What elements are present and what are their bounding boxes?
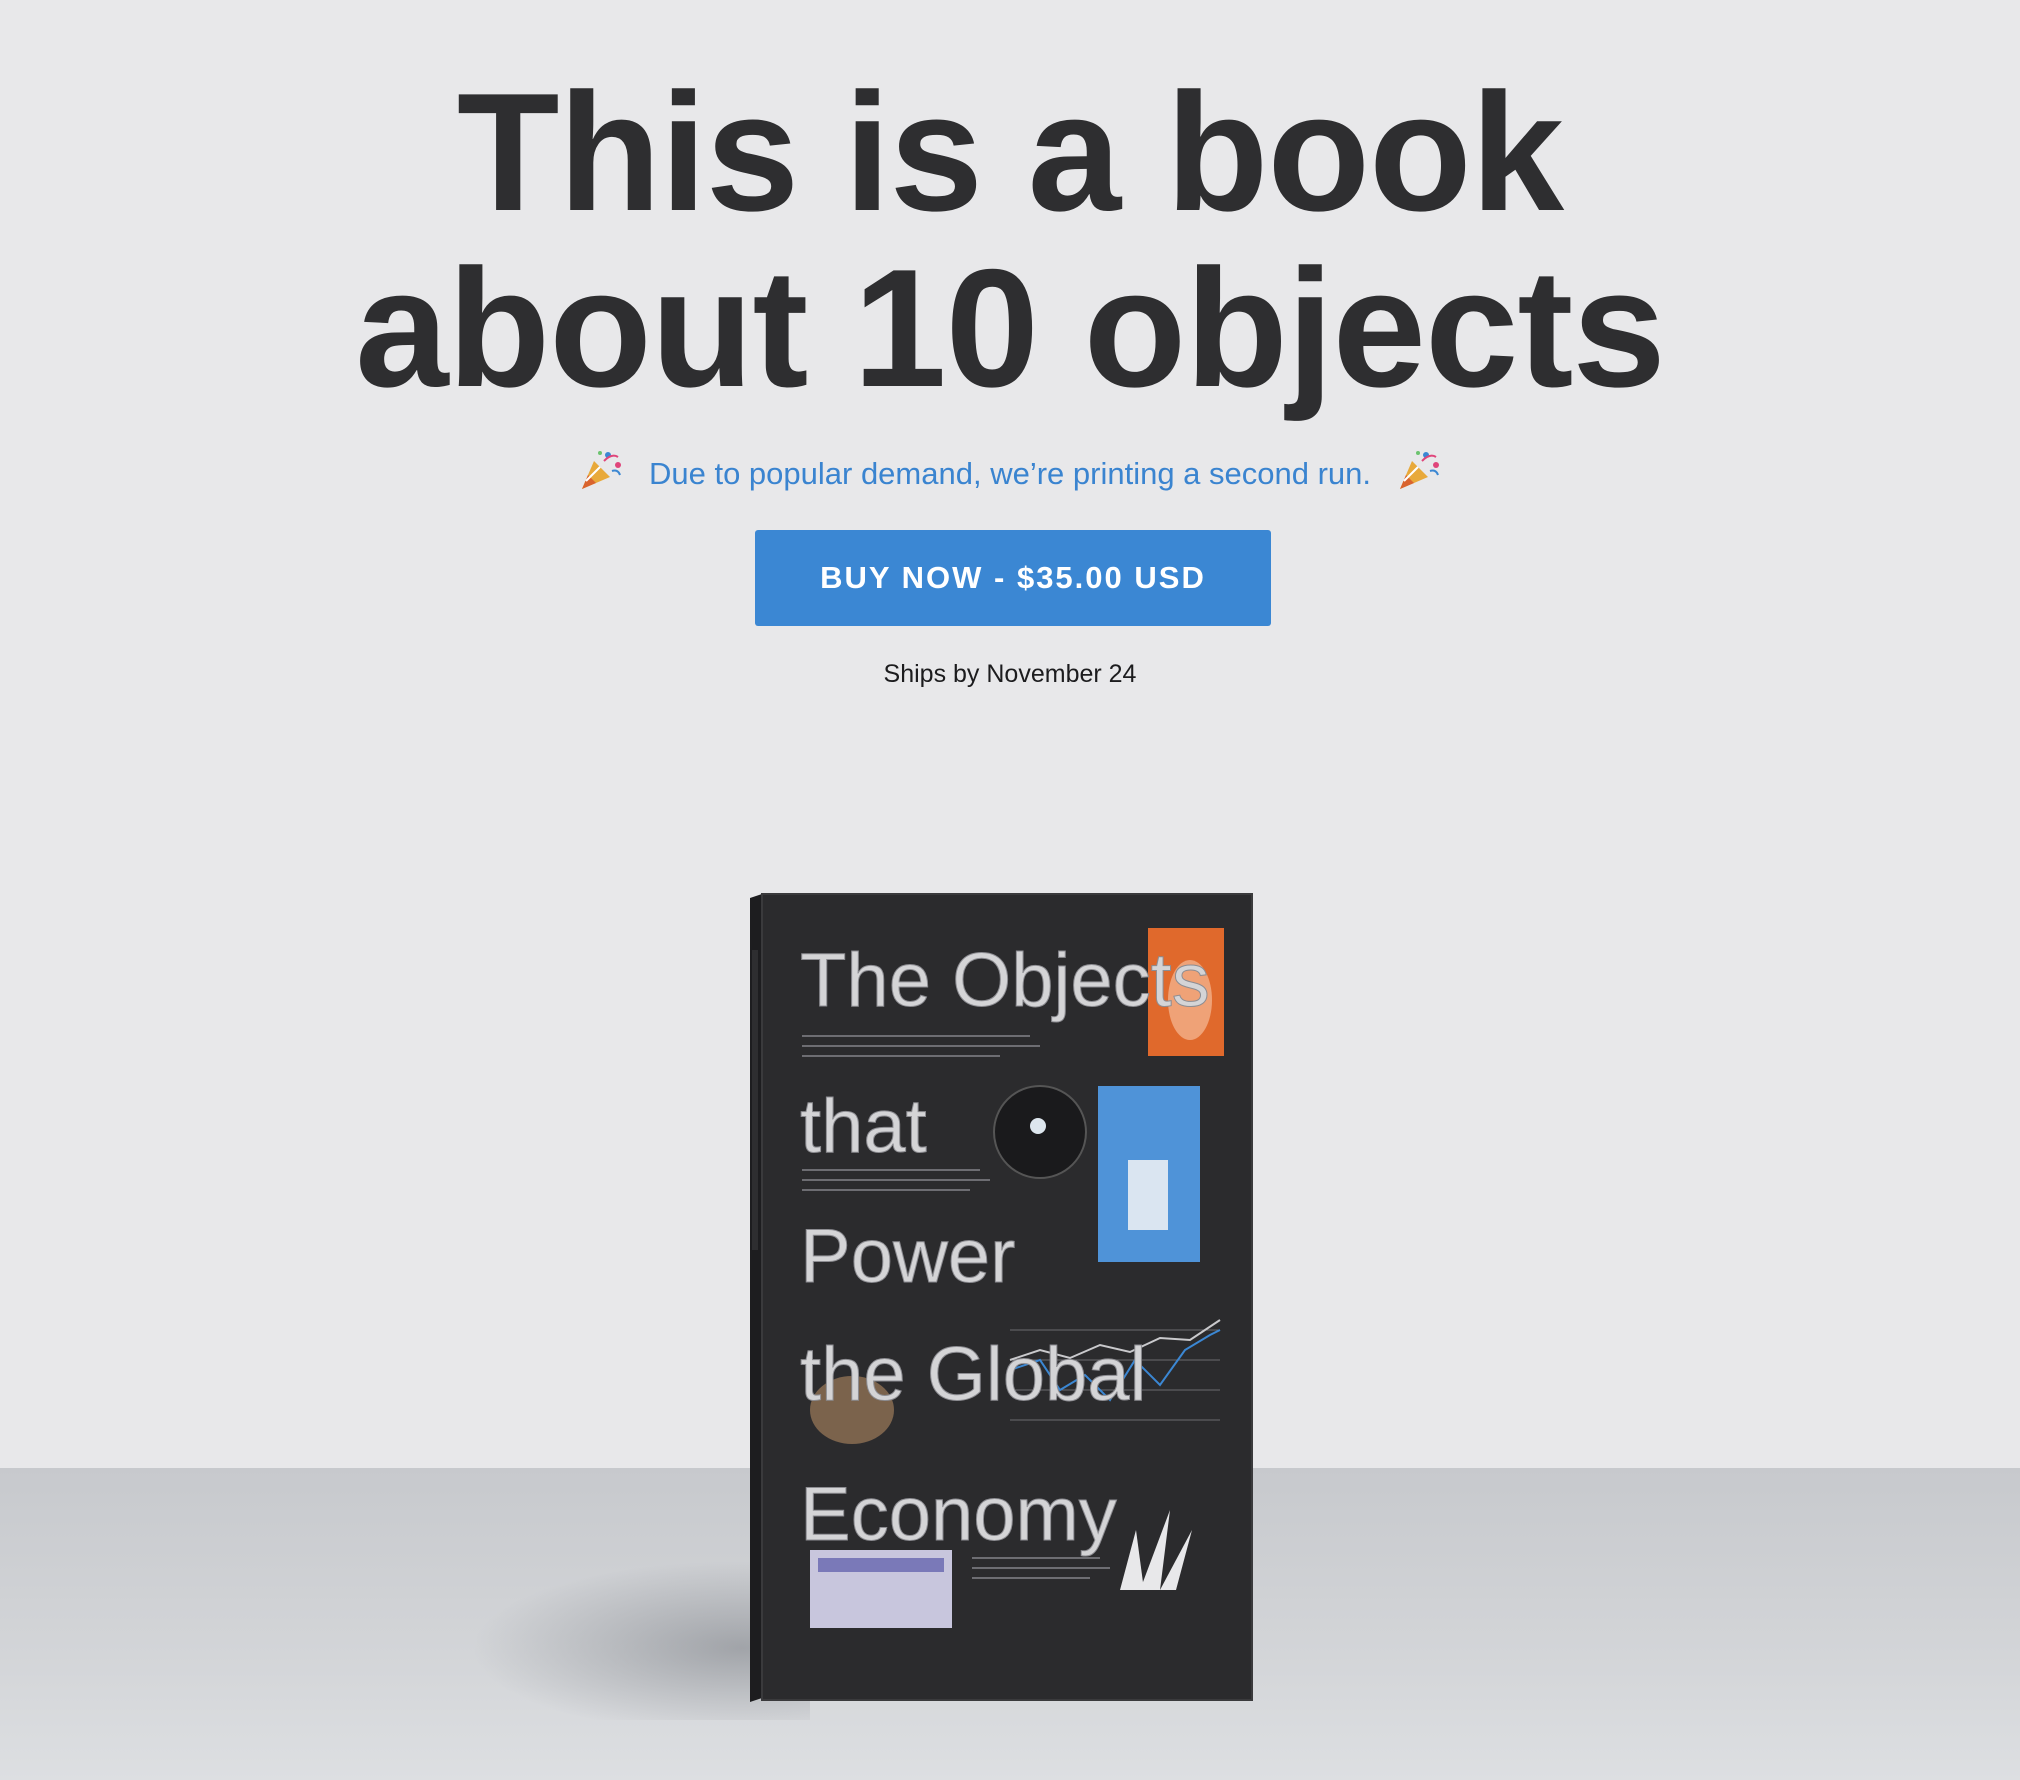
book-title-line: Power bbox=[800, 1214, 1015, 1299]
reprint-announcement: Due to popular demand, we’re printing a … bbox=[0, 440, 2020, 506]
announcement-text: Due to popular demand, we’re printing a … bbox=[648, 455, 1372, 491]
shipping-date: Ships by November 24 bbox=[883, 660, 1137, 688]
book-title-line: the Global bbox=[800, 1332, 1146, 1417]
buy-now-button[interactable]: BUY NOW - $35.00 USD bbox=[755, 530, 1271, 626]
book-product-image: The Objects that Power the Global Econom… bbox=[750, 893, 1253, 1702]
page-title-line-1: This is a book bbox=[456, 58, 1564, 246]
party-popper-icon bbox=[578, 447, 624, 493]
book-title-line: that bbox=[800, 1084, 927, 1169]
party-popper-icon bbox=[1396, 447, 1442, 493]
page-title-line-2: about 10 objects bbox=[355, 234, 1666, 422]
book-title-line: The Objects bbox=[800, 938, 1210, 1023]
book-title-line: Economy bbox=[800, 1472, 1117, 1557]
